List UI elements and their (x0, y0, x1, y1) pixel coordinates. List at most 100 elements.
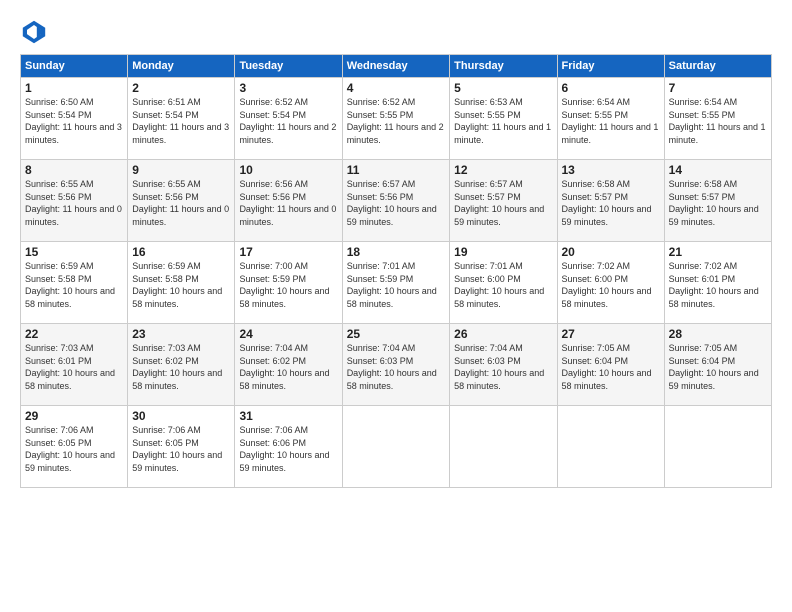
calendar-week-4: 22Sunrise: 7:03 AMSunset: 6:01 PMDayligh… (21, 324, 772, 406)
day-number: 6 (562, 81, 660, 95)
day-info: Sunrise: 6:55 AMSunset: 5:56 PMDaylight:… (25, 178, 123, 228)
col-thursday: Thursday (450, 55, 557, 78)
logo-icon (20, 18, 48, 46)
day-number: 5 (454, 81, 552, 95)
calendar-cell: 22Sunrise: 7:03 AMSunset: 6:01 PMDayligh… (21, 324, 128, 406)
day-number: 1 (25, 81, 123, 95)
day-info: Sunrise: 7:04 AMSunset: 6:02 PMDaylight:… (239, 342, 337, 392)
calendar-week-5: 29Sunrise: 7:06 AMSunset: 6:05 PMDayligh… (21, 406, 772, 488)
day-info: Sunrise: 6:51 AMSunset: 5:54 PMDaylight:… (132, 96, 230, 146)
day-info: Sunrise: 6:59 AMSunset: 5:58 PMDaylight:… (25, 260, 123, 310)
calendar-cell: 1Sunrise: 6:50 AMSunset: 5:54 PMDaylight… (21, 78, 128, 160)
calendar-cell (664, 406, 771, 488)
col-sunday: Sunday (21, 55, 128, 78)
day-info: Sunrise: 6:56 AMSunset: 5:56 PMDaylight:… (239, 178, 337, 228)
day-number: 23 (132, 327, 230, 341)
day-info: Sunrise: 7:04 AMSunset: 6:03 PMDaylight:… (454, 342, 552, 392)
day-number: 11 (347, 163, 445, 177)
day-number: 15 (25, 245, 123, 259)
calendar-cell: 13Sunrise: 6:58 AMSunset: 5:57 PMDayligh… (557, 160, 664, 242)
calendar-cell: 2Sunrise: 6:51 AMSunset: 5:54 PMDaylight… (128, 78, 235, 160)
calendar-cell: 16Sunrise: 6:59 AMSunset: 5:58 PMDayligh… (128, 242, 235, 324)
calendar: Sunday Monday Tuesday Wednesday Thursday… (20, 54, 772, 488)
header (20, 18, 772, 46)
day-number: 2 (132, 81, 230, 95)
calendar-cell: 10Sunrise: 6:56 AMSunset: 5:56 PMDayligh… (235, 160, 342, 242)
calendar-cell: 8Sunrise: 6:55 AMSunset: 5:56 PMDaylight… (21, 160, 128, 242)
day-info: Sunrise: 7:01 AMSunset: 6:00 PMDaylight:… (454, 260, 552, 310)
day-info: Sunrise: 7:05 AMSunset: 6:04 PMDaylight:… (669, 342, 767, 392)
day-number: 19 (454, 245, 552, 259)
calendar-cell: 4Sunrise: 6:52 AMSunset: 5:55 PMDaylight… (342, 78, 449, 160)
day-number: 28 (669, 327, 767, 341)
logo (20, 18, 52, 46)
calendar-cell: 28Sunrise: 7:05 AMSunset: 6:04 PMDayligh… (664, 324, 771, 406)
day-number: 14 (669, 163, 767, 177)
day-number: 31 (239, 409, 337, 423)
calendar-cell: 21Sunrise: 7:02 AMSunset: 6:01 PMDayligh… (664, 242, 771, 324)
day-number: 26 (454, 327, 552, 341)
day-number: 8 (25, 163, 123, 177)
day-number: 30 (132, 409, 230, 423)
calendar-cell (342, 406, 449, 488)
calendar-cell: 25Sunrise: 7:04 AMSunset: 6:03 PMDayligh… (342, 324, 449, 406)
day-number: 13 (562, 163, 660, 177)
calendar-cell: 26Sunrise: 7:04 AMSunset: 6:03 PMDayligh… (450, 324, 557, 406)
day-number: 25 (347, 327, 445, 341)
calendar-cell: 11Sunrise: 6:57 AMSunset: 5:56 PMDayligh… (342, 160, 449, 242)
day-info: Sunrise: 7:06 AMSunset: 6:06 PMDaylight:… (239, 424, 337, 474)
day-number: 29 (25, 409, 123, 423)
calendar-cell: 29Sunrise: 7:06 AMSunset: 6:05 PMDayligh… (21, 406, 128, 488)
day-info: Sunrise: 7:01 AMSunset: 5:59 PMDaylight:… (347, 260, 445, 310)
calendar-cell: 19Sunrise: 7:01 AMSunset: 6:00 PMDayligh… (450, 242, 557, 324)
calendar-cell: 14Sunrise: 6:58 AMSunset: 5:57 PMDayligh… (664, 160, 771, 242)
calendar-cell: 24Sunrise: 7:04 AMSunset: 6:02 PMDayligh… (235, 324, 342, 406)
col-wednesday: Wednesday (342, 55, 449, 78)
calendar-cell: 20Sunrise: 7:02 AMSunset: 6:00 PMDayligh… (557, 242, 664, 324)
day-info: Sunrise: 6:57 AMSunset: 5:57 PMDaylight:… (454, 178, 552, 228)
day-info: Sunrise: 7:05 AMSunset: 6:04 PMDaylight:… (562, 342, 660, 392)
calendar-cell: 6Sunrise: 6:54 AMSunset: 5:55 PMDaylight… (557, 78, 664, 160)
day-info: Sunrise: 7:03 AMSunset: 6:02 PMDaylight:… (132, 342, 230, 392)
day-info: Sunrise: 7:03 AMSunset: 6:01 PMDaylight:… (25, 342, 123, 392)
calendar-cell: 15Sunrise: 6:59 AMSunset: 5:58 PMDayligh… (21, 242, 128, 324)
day-number: 24 (239, 327, 337, 341)
calendar-cell: 23Sunrise: 7:03 AMSunset: 6:02 PMDayligh… (128, 324, 235, 406)
day-info: Sunrise: 7:02 AMSunset: 6:01 PMDaylight:… (669, 260, 767, 310)
col-tuesday: Tuesday (235, 55, 342, 78)
col-friday: Friday (557, 55, 664, 78)
calendar-cell: 31Sunrise: 7:06 AMSunset: 6:06 PMDayligh… (235, 406, 342, 488)
day-info: Sunrise: 6:52 AMSunset: 5:55 PMDaylight:… (347, 96, 445, 146)
day-info: Sunrise: 7:04 AMSunset: 6:03 PMDaylight:… (347, 342, 445, 392)
calendar-cell: 9Sunrise: 6:55 AMSunset: 5:56 PMDaylight… (128, 160, 235, 242)
calendar-cell: 12Sunrise: 6:57 AMSunset: 5:57 PMDayligh… (450, 160, 557, 242)
calendar-cell: 18Sunrise: 7:01 AMSunset: 5:59 PMDayligh… (342, 242, 449, 324)
calendar-header-row: Sunday Monday Tuesday Wednesday Thursday… (21, 55, 772, 78)
calendar-week-3: 15Sunrise: 6:59 AMSunset: 5:58 PMDayligh… (21, 242, 772, 324)
calendar-week-1: 1Sunrise: 6:50 AMSunset: 5:54 PMDaylight… (21, 78, 772, 160)
calendar-cell: 27Sunrise: 7:05 AMSunset: 6:04 PMDayligh… (557, 324, 664, 406)
col-saturday: Saturday (664, 55, 771, 78)
day-info: Sunrise: 6:58 AMSunset: 5:57 PMDaylight:… (669, 178, 767, 228)
day-info: Sunrise: 6:59 AMSunset: 5:58 PMDaylight:… (132, 260, 230, 310)
day-info: Sunrise: 7:00 AMSunset: 5:59 PMDaylight:… (239, 260, 337, 310)
day-info: Sunrise: 6:55 AMSunset: 5:56 PMDaylight:… (132, 178, 230, 228)
col-monday: Monday (128, 55, 235, 78)
calendar-cell (450, 406, 557, 488)
page: Sunday Monday Tuesday Wednesday Thursday… (0, 0, 792, 498)
day-number: 3 (239, 81, 337, 95)
day-number: 21 (669, 245, 767, 259)
calendar-week-2: 8Sunrise: 6:55 AMSunset: 5:56 PMDaylight… (21, 160, 772, 242)
day-number: 16 (132, 245, 230, 259)
day-info: Sunrise: 7:02 AMSunset: 6:00 PMDaylight:… (562, 260, 660, 310)
day-number: 4 (347, 81, 445, 95)
calendar-cell: 5Sunrise: 6:53 AMSunset: 5:55 PMDaylight… (450, 78, 557, 160)
day-number: 12 (454, 163, 552, 177)
day-number: 22 (25, 327, 123, 341)
day-number: 9 (132, 163, 230, 177)
day-info: Sunrise: 6:53 AMSunset: 5:55 PMDaylight:… (454, 96, 552, 146)
calendar-cell (557, 406, 664, 488)
day-info: Sunrise: 7:06 AMSunset: 6:05 PMDaylight:… (25, 424, 123, 474)
day-info: Sunrise: 6:57 AMSunset: 5:56 PMDaylight:… (347, 178, 445, 228)
day-info: Sunrise: 6:54 AMSunset: 5:55 PMDaylight:… (562, 96, 660, 146)
